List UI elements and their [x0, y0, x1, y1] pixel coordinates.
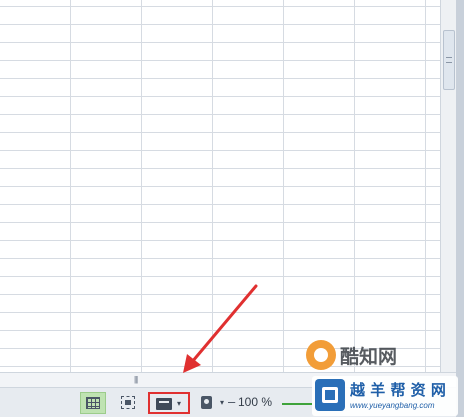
- watermark-url: www.yueyangbang.com: [350, 401, 435, 410]
- chevron-down-icon[interactable]: ▾: [220, 398, 224, 407]
- reading-layout-button[interactable]: ▾: [148, 392, 190, 414]
- vertical-scrollbar[interactable]: [440, 0, 457, 372]
- column-divider: [283, 0, 284, 372]
- watermark-wifi-icon: [315, 379, 345, 411]
- window-edge: [456, 0, 464, 417]
- page-break-view-button[interactable]: [116, 392, 140, 414]
- scroll-grip-icon: [446, 57, 452, 63]
- zoom-level-readout[interactable]: 100 %: [238, 395, 272, 409]
- resize-grip-icon[interactable]: |||: [134, 376, 144, 384]
- page-break-icon: [121, 396, 135, 409]
- column-divider: [141, 0, 142, 372]
- watermark-name: 酷知网: [340, 346, 398, 368]
- chevron-down-icon: ▾: [177, 399, 182, 408]
- column-divider: [354, 0, 355, 372]
- zoom-out-button[interactable]: –: [228, 394, 235, 409]
- watermark-badge: 越 羊 帮 资 网 www.yueyangbang.com: [312, 376, 458, 416]
- spreadsheet-window: ||| ▾ ▾ – 100 % 酷知网 越 羊 帮 资 网 www.yueyan…: [0, 0, 464, 417]
- column-divider: [212, 0, 213, 372]
- column-divider: [70, 0, 71, 372]
- reading-layout-icon: [156, 398, 172, 410]
- watermark-brand: 越 羊 帮 资 网: [350, 381, 446, 399]
- normal-view-button[interactable]: [80, 392, 106, 414]
- zoom-slider-track[interactable]: [282, 403, 312, 405]
- column-divider: [425, 0, 426, 372]
- eye-protection-button[interactable]: [196, 392, 218, 414]
- watermark-circle-icon: [306, 340, 336, 370]
- watermark-logo: 酷知网: [306, 338, 456, 378]
- worksheet-grid[interactable]: [0, 0, 440, 372]
- eye-protection-icon: [201, 396, 212, 409]
- vertical-scroll-thumb[interactable]: [443, 30, 455, 90]
- grid-view-icon: [86, 397, 100, 409]
